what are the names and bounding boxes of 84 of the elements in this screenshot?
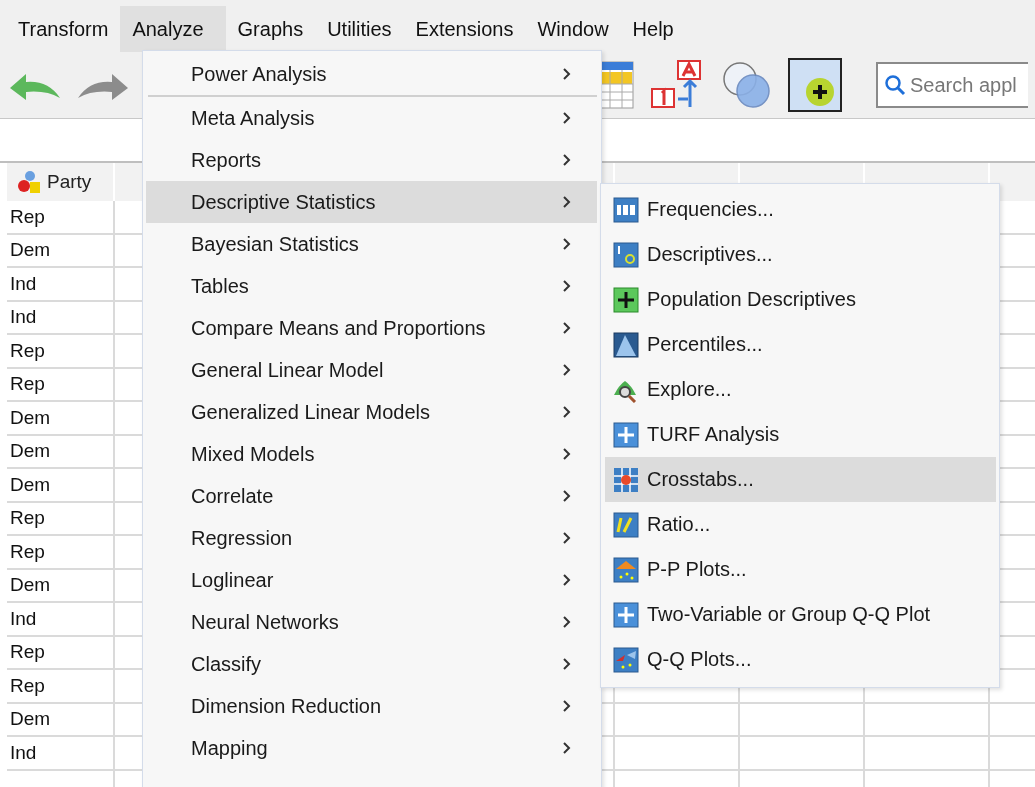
table-cell: Dem <box>7 234 115 268</box>
menubar-item[interactable]: Window <box>525 6 621 52</box>
menu-item[interactable]: TURF Analysis <box>605 412 996 457</box>
table-cell: Dem <box>7 703 115 737</box>
menu-item[interactable]: Neural Networks <box>146 601 597 643</box>
menu-item[interactable]: Generalized Linear Models <box>146 391 597 433</box>
nominal-variable-icon <box>17 170 41 194</box>
chevron-right-icon <box>562 447 571 461</box>
chevron-right-icon <box>562 321 571 335</box>
chevron-right-icon <box>562 67 571 81</box>
add-icon[interactable] <box>788 58 842 112</box>
chevron-right-icon <box>562 279 571 293</box>
chevron-right-icon <box>562 363 571 377</box>
statistics-icon <box>613 241 639 268</box>
menu-item[interactable]: Frequencies... <box>605 187 996 232</box>
table-cell: Ind <box>7 301 115 335</box>
table-cell: Ind <box>7 268 115 302</box>
menu-item[interactable]: Two-Variable or Group Q-Q Plot <box>605 592 996 637</box>
menu-item[interactable]: Correlate <box>146 475 597 517</box>
table-cell: Rep <box>7 201 115 235</box>
menu-item[interactable]: Crosstabs... <box>605 457 996 502</box>
distribution-icon <box>613 331 639 358</box>
table-cell: Ind <box>7 603 115 637</box>
menubar-item[interactable]: Utilities <box>315 6 404 52</box>
menubar-item[interactable]: Help <box>620 6 686 52</box>
table-cell: Dem <box>7 402 115 436</box>
chevron-right-icon <box>562 489 571 503</box>
menu-item[interactable]: Compare Means and Proportions <box>146 307 597 349</box>
table-cell: Ind <box>7 737 115 771</box>
menu-item[interactable]: General Linear Model <box>146 349 597 391</box>
menubar-item[interactable]: Analyze <box>120 6 226 52</box>
plus-icon <box>613 286 639 313</box>
search-icon <box>884 74 906 96</box>
chevron-right-icon <box>562 657 571 671</box>
chevron-right-icon <box>562 195 571 209</box>
chevron-right-icon <box>562 111 571 125</box>
table-cell: Dem <box>7 469 115 503</box>
plus-icon <box>613 601 639 628</box>
menu-item[interactable]: Power Analysis <box>146 53 597 95</box>
table-cell: Dem <box>7 435 115 469</box>
menu-item[interactable]: Tables <box>146 265 597 307</box>
menu-item[interactable]: Q-Q Plots... <box>605 637 996 682</box>
table-cell: Rep <box>7 670 115 704</box>
chevron-right-icon <box>562 615 571 629</box>
menu-item[interactable]: Percentiles... <box>605 322 996 367</box>
menu-item[interactable]: Regression <box>146 517 597 559</box>
chevron-right-icon <box>562 573 571 587</box>
menu-item[interactable]: Classify <box>146 643 597 685</box>
plus-icon <box>613 421 639 448</box>
table-cell: Rep <box>7 335 115 369</box>
chevron-right-icon <box>562 699 571 713</box>
menubar-item[interactable]: Graphs <box>225 6 316 52</box>
menu-item[interactable]: Mixed Models <box>146 433 597 475</box>
table-icon <box>613 466 639 493</box>
menubar-item[interactable]: Extensions <box>403 6 526 52</box>
chevron-right-icon <box>562 237 571 251</box>
menu-item[interactable]: Mapping <box>146 727 597 769</box>
search-field[interactable]: Search appl <box>876 62 1028 108</box>
menu-item[interactable]: Dimension Reduction <box>146 685 597 727</box>
table-cell: Rep <box>7 636 115 670</box>
menu-item[interactable]: Bayesian Statistics <box>146 223 597 265</box>
number-grid-icon <box>613 196 639 223</box>
menu-item[interactable]: P-P Plots... <box>605 547 996 592</box>
menu-item[interactable]: Reports <box>146 139 597 181</box>
column-header[interactable]: Party <box>7 163 115 201</box>
menu-item[interactable]: Ratio... <box>605 502 996 547</box>
table-cell: Rep <box>7 502 115 536</box>
menu-item[interactable]: Population Descriptives <box>605 277 996 322</box>
table-cell: Dem <box>7 569 115 603</box>
fraction-icon <box>613 511 639 538</box>
chevron-right-icon <box>562 153 571 167</box>
menubar-item[interactable]: Transform <box>6 6 121 52</box>
menu-item[interactable]: Explore... <box>605 367 996 412</box>
scatter-plot-icon <box>613 646 639 673</box>
menu-item[interactable]: Descriptives... <box>605 232 996 277</box>
chevron-right-icon <box>562 405 571 419</box>
chevron-right-icon <box>562 741 571 755</box>
menu-item[interactable]: Meta Analysis <box>146 97 597 139</box>
menu-item[interactable]: Loglinear <box>146 559 597 601</box>
table-cell: Rep <box>7 368 115 402</box>
table-cell: Rep <box>7 536 115 570</box>
scatter-plot-icon <box>613 556 639 583</box>
chevron-right-icon <box>562 531 571 545</box>
menu-item[interactable]: Descriptive Statistics <box>146 181 597 223</box>
